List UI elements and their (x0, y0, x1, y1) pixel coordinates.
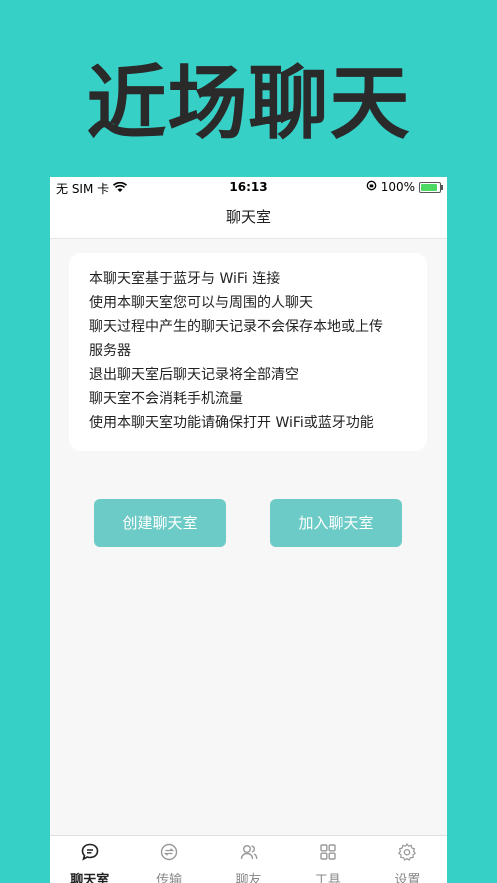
intro-card: 本聊天室基于蓝牙与 WiFi 连接 使用本聊天室您可以与周围的人聊天 聊天过程中… (69, 253, 427, 451)
create-room-button[interactable]: 创建聊天室 (94, 499, 226, 547)
nav-title: 聊天室 (50, 197, 447, 239)
tab-label: 聊友 (235, 873, 262, 883)
status-bar: 无 SIM 卡 16:13 100% (50, 177, 447, 197)
intro-line: 聊天过程中产生的聊天记录不会保存本地或上传 (89, 319, 383, 335)
grid-icon (318, 842, 338, 866)
phone-screen: 无 SIM 卡 16:13 100% 聊天室 本聊天室基于蓝牙与 WiFi 连接… (50, 177, 447, 883)
intro-line: 服务器 (89, 343, 131, 359)
battery-percent: 100% (380, 180, 415, 194)
tab-label: 传输 (156, 873, 183, 883)
tab-label: 设置 (394, 873, 421, 883)
tab-label: 聊天室 (70, 873, 110, 883)
intro-line: 使用本聊天室功能请确保打开 WiFi或蓝牙功能 (89, 415, 374, 431)
battery-icon (419, 181, 443, 193)
chat-bubble-icon (80, 842, 100, 866)
intro-line: 聊天室不会消耗手机流量 (89, 391, 243, 407)
transfer-icon (159, 842, 179, 866)
tab-transfer[interactable]: 传输 (129, 836, 208, 883)
tab-tools[interactable]: 工具 (288, 836, 367, 883)
tab-settings[interactable]: 设置 (368, 836, 447, 883)
gear-icon (397, 842, 417, 866)
tab-bar: 聊天室 传输 聊友 工具 设置 (50, 835, 447, 883)
intro-line: 本聊天室基于蓝牙与 WiFi 连接 (89, 271, 281, 287)
tab-chatroom[interactable]: 聊天室 (50, 836, 129, 883)
intro-line: 退出聊天室后聊天记录将全部清空 (89, 367, 299, 383)
friends-icon (239, 842, 259, 866)
orientation-lock-icon (366, 180, 377, 194)
tab-label: 工具 (314, 873, 341, 883)
tab-friends[interactable]: 聊友 (209, 836, 288, 883)
intro-line: 使用本聊天室您可以与周围的人聊天 (89, 295, 313, 311)
join-room-button[interactable]: 加入聊天室 (270, 499, 402, 547)
promo-headline: 近场聊天 (86, 57, 411, 150)
